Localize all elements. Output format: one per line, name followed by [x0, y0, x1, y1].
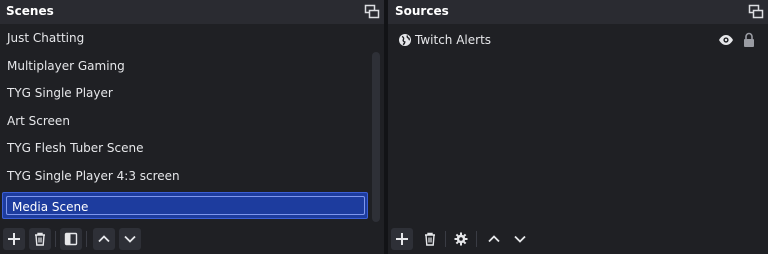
toolbar-divider: [86, 231, 87, 247]
scene-item-media-scene-selected[interactable]: Media Scene: [2, 192, 368, 219]
remove-source-button[interactable]: [419, 228, 441, 250]
scene-rename-field[interactable]: Media Scene: [6, 196, 365, 215]
scenes-list[interactable]: Just Chatting Multiplayer Gaming TYG Sin…: [0, 26, 384, 224]
remove-scene-button[interactable]: [29, 228, 51, 250]
sources-dock: Sources Twitch Alerts: [388, 0, 768, 254]
scene-item-art-screen[interactable]: Art Screen: [0, 109, 368, 135]
source-item-twitch-alerts[interactable]: Twitch Alerts: [388, 26, 768, 54]
chevron-down-icon: [124, 235, 136, 243]
add-source-button[interactable]: [391, 228, 413, 250]
scene-filters-button[interactable]: [60, 228, 82, 250]
sources-title: Sources: [395, 4, 449, 18]
sources-dock-header: Sources: [388, 0, 768, 24]
scene-item-label: TYG Single Player: [7, 86, 113, 100]
move-source-up-button[interactable]: [483, 228, 505, 250]
scene-item-label: Media Scene: [12, 200, 89, 214]
scene-item-label: Just Chatting: [7, 31, 85, 45]
move-scene-up-button[interactable]: [93, 228, 115, 250]
source-properties-button[interactable]: [450, 228, 472, 250]
chevron-up-icon: [488, 235, 500, 243]
undock-icon[interactable]: [364, 4, 380, 20]
scene-item-label: TYG Single Player 4:3 screen: [7, 169, 180, 183]
scene-item-tyg-flesh-tuber[interactable]: TYG Flesh Tuber Scene: [0, 136, 368, 162]
scene-item-multiplayer-gaming[interactable]: Multiplayer Gaming: [0, 54, 368, 80]
scene-item-label: Multiplayer Gaming: [7, 59, 125, 73]
lock-icon[interactable]: [743, 32, 755, 48]
scenes-toolbar: [0, 224, 384, 254]
chevron-down-icon: [514, 235, 526, 243]
browser-globe-icon: [398, 33, 412, 47]
scene-item-label: Art Screen: [7, 114, 70, 128]
scene-item-label: TYG Flesh Tuber Scene: [7, 141, 144, 155]
move-source-down-button[interactable]: [509, 228, 531, 250]
scenes-scrollbar[interactable]: [372, 26, 380, 222]
undock-icon[interactable]: [748, 4, 764, 20]
add-icon: [396, 233, 408, 245]
gear-icon: [454, 232, 468, 246]
trash-icon: [425, 232, 435, 246]
filter-icon: [64, 232, 78, 246]
toolbar-divider: [476, 231, 477, 247]
scenes-scrollbar-thumb[interactable]: [372, 52, 380, 222]
add-icon: [8, 233, 20, 245]
toolbar-divider: [55, 231, 56, 247]
trash-icon: [35, 232, 45, 246]
source-item-label: Twitch Alerts: [415, 33, 492, 47]
scenes-dock-header: Scenes: [0, 0, 384, 24]
scenes-dock: Scenes Just Chatting Multiplayer Gaming …: [0, 0, 384, 254]
add-scene-button[interactable]: [3, 228, 25, 250]
eye-icon[interactable]: [718, 34, 734, 46]
scene-item-just-chatting[interactable]: Just Chatting: [0, 26, 368, 52]
scene-item-tyg-single-player[interactable]: TYG Single Player: [0, 81, 368, 107]
move-scene-down-button[interactable]: [119, 228, 141, 250]
scenes-title: Scenes: [6, 4, 54, 18]
scene-item-tyg-single-player-4-3[interactable]: TYG Single Player 4:3 screen: [0, 164, 368, 190]
sources-toolbar: [388, 224, 768, 254]
chevron-up-icon: [98, 235, 110, 243]
toolbar-divider: [445, 231, 446, 247]
